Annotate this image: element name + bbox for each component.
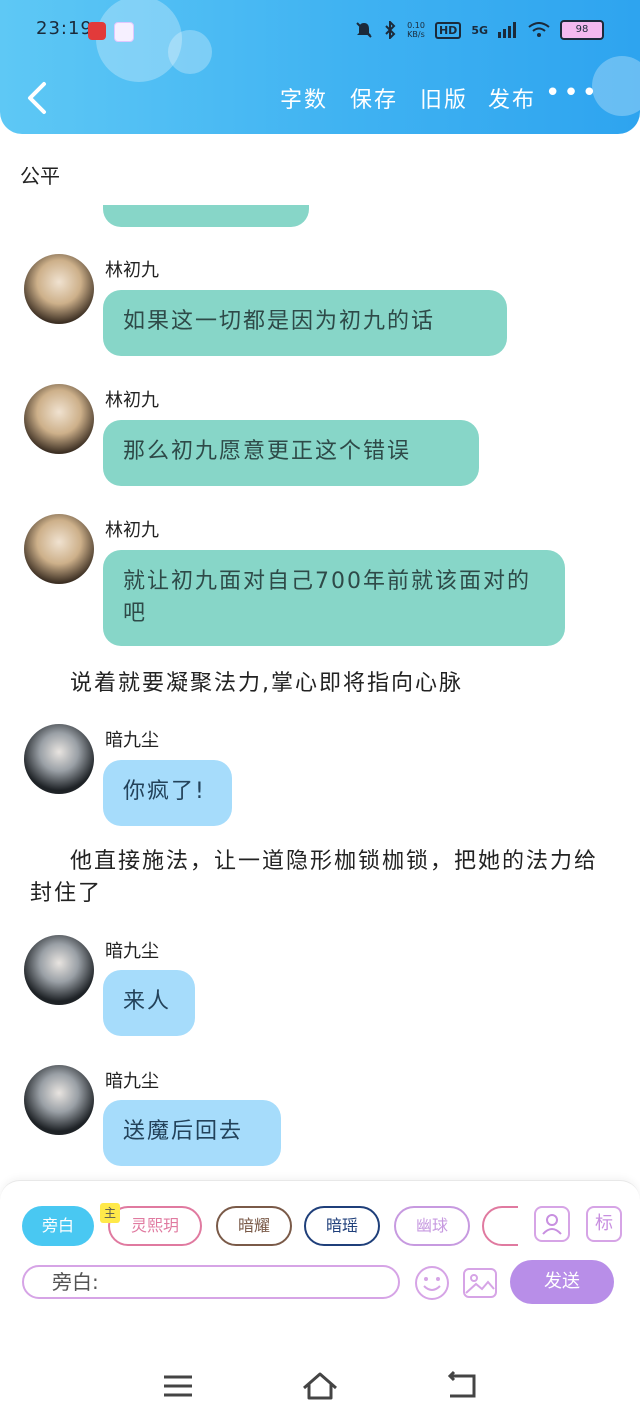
status-time: 23:19 <box>36 18 93 39</box>
role-chip[interactable]: 灵熙玥 <box>108 1206 202 1246</box>
speaker-name: 林初九 <box>105 390 159 411</box>
role-chip[interactable]: 暗瑶 <box>304 1206 380 1246</box>
app-header: 23:19 0.10 KB/s HD 5G 98 字数 保存 旧版 发布 ••• <box>0 0 640 134</box>
speaker-name: 林初九 <box>105 520 159 541</box>
mark-button[interactable]: 标 <box>586 1206 622 1242</box>
role-chip-narration[interactable]: 旁白 <box>22 1206 94 1246</box>
speaker-name: 林初九 <box>105 260 159 281</box>
notification-app-icon <box>88 22 106 40</box>
chat-bubble[interactable]: 你疯了! <box>103 760 232 826</box>
speaker-name: 暗九尘 <box>105 1071 159 1092</box>
avatar[interactable] <box>24 514 94 584</box>
mute-icon <box>356 22 372 38</box>
back-arrow-icon[interactable] <box>22 78 58 118</box>
chat-bubble[interactable]: 就让初九面对自己700年前就该面对的吧 <box>103 550 565 646</box>
main-role-tag: 主 <box>100 1203 120 1223</box>
avatar[interactable] <box>24 254 94 324</box>
chat-bubble[interactable]: 如果这一切都是因为初九的话 <box>103 290 507 356</box>
cell-type: 5G <box>471 23 488 37</box>
person-icon <box>542 1214 562 1235</box>
speaker-name: 暗九尘 <box>105 941 159 962</box>
system-nav-bar <box>0 1350 640 1423</box>
toolbar: 字数 保存 旧版 发布 ••• <box>0 72 640 124</box>
avatar[interactable] <box>24 384 94 454</box>
role-chip[interactable]: 幽球 <box>394 1206 470 1246</box>
avatar[interactable] <box>24 724 94 794</box>
avatar[interactable] <box>24 1065 94 1135</box>
signal-icon <box>498 22 516 38</box>
chat-bubble[interactable]: 送魔后回去 <box>103 1100 281 1166</box>
home-icon[interactable] <box>300 1368 340 1404</box>
role-chip[interactable]: 暗 <box>482 1206 518 1246</box>
wifi-icon <box>528 22 550 37</box>
narration-text: 公平 <box>20 164 60 188</box>
old-version-button[interactable]: 旧版 <box>420 82 468 114</box>
net-speed: 0.10 KB/s <box>407 21 425 39</box>
bluetooth-icon <box>385 21 396 39</box>
status-bar: 23:19 0.10 KB/s HD 5G 98 <box>0 0 640 62</box>
role-chip[interactable]: 暗耀 <box>216 1206 292 1246</box>
chat-bubble-partial <box>103 205 309 227</box>
role-chip-row: 旁白 灵熙玥 暗耀 暗瑶 幽球 暗 <box>22 1206 518 1248</box>
composer-panel: 旁白 灵熙玥 暗耀 暗瑶 幽球 暗 主 标 旁白: 发送 <box>0 1180 640 1351</box>
more-options-icon[interactable]: ••• <box>545 78 600 108</box>
publish-button[interactable]: 发布 <box>488 82 536 114</box>
narration-text: 说着就要凝聚法力,掌心即将指向心脉 <box>70 671 463 696</box>
emoji-icon[interactable] <box>414 1265 450 1301</box>
battery-indicator: 98 <box>560 20 604 40</box>
narration-text: 他直接施法，让一道隐形枷锁枷锁，把她的法力给封住了 <box>30 849 599 906</box>
speaker-name: 暗九尘 <box>105 730 159 751</box>
notification-app-icon <box>114 22 134 42</box>
save-button[interactable]: 保存 <box>350 82 398 114</box>
back-icon[interactable] <box>442 1368 482 1404</box>
hd-badge: HD <box>434 21 462 39</box>
status-icons: 0.10 KB/s HD 5G 98 <box>355 20 604 40</box>
character-manager-button[interactable] <box>534 1206 570 1242</box>
chat-bubble[interactable]: 那么初九愿意更正这个错误 <box>103 420 479 486</box>
image-icon[interactable] <box>462 1265 498 1301</box>
chat-bubble[interactable]: 来人 <box>103 970 195 1036</box>
avatar[interactable] <box>24 935 94 1005</box>
word-count-button[interactable]: 字数 <box>280 82 328 114</box>
menu-icon[interactable] <box>158 1368 198 1404</box>
message-input[interactable]: 旁白: <box>22 1265 400 1299</box>
send-button[interactable]: 发送 <box>510 1260 614 1304</box>
